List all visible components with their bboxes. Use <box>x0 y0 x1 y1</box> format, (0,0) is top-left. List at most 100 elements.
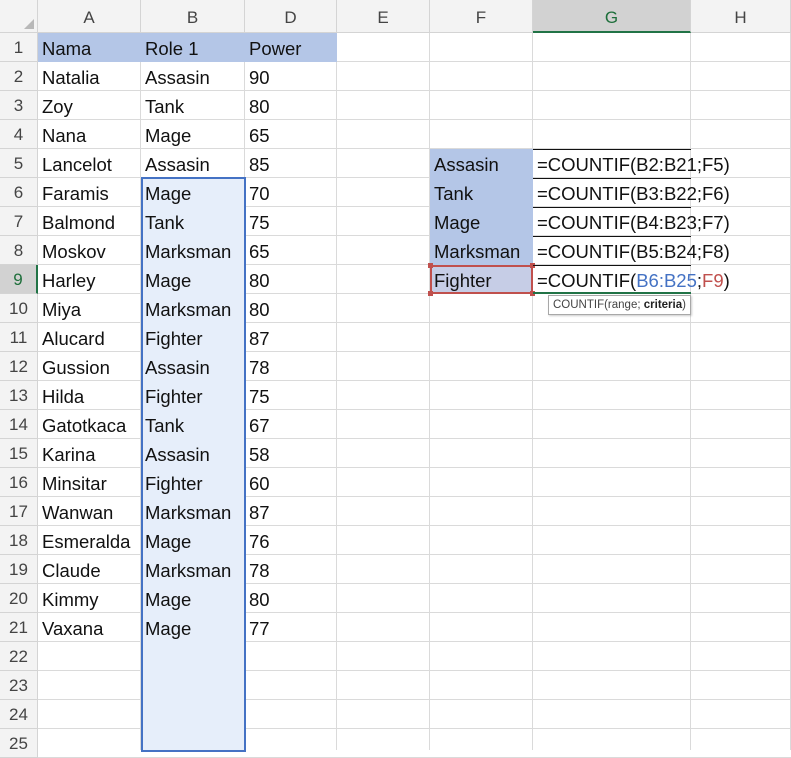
cell-role[interactable]: Marksman <box>141 497 245 526</box>
cell-name[interactable]: Wanwan <box>38 497 141 526</box>
row-header-15[interactable]: 15 <box>0 439 38 468</box>
cell-role[interactable]: Mage <box>141 526 245 555</box>
cell-power[interactable]: 65 <box>245 236 337 265</box>
row-header-19[interactable]: 19 <box>0 555 38 584</box>
row-header-21[interactable]: 21 <box>0 613 38 642</box>
cell-power[interactable]: 70 <box>245 178 337 207</box>
cell-name[interactable]: Gussion <box>38 352 141 381</box>
cell-name[interactable]: Moskov <box>38 236 141 265</box>
cell-role[interactable]: Assasin <box>141 439 245 468</box>
cell-role[interactable]: Mage <box>141 178 245 207</box>
cell-power[interactable]: 80 <box>245 584 337 613</box>
cell-name[interactable]: Zoy <box>38 91 141 120</box>
row-header-5[interactable]: 5 <box>0 149 38 178</box>
header-role[interactable]: Role 1 <box>141 33 245 62</box>
cell-role[interactable]: Fighter <box>141 468 245 497</box>
row-header-1[interactable]: 1 <box>0 33 38 62</box>
cell-name[interactable]: Claude <box>38 555 141 584</box>
cell-power[interactable]: 67 <box>245 410 337 439</box>
cell-power[interactable]: 77 <box>245 613 337 642</box>
cell-power[interactable]: 76 <box>245 526 337 555</box>
row-header-9[interactable]: 9 <box>0 265 38 294</box>
row-header-24[interactable]: 24 <box>0 700 38 729</box>
cell-name[interactable]: Esmeralda <box>38 526 141 555</box>
row-header-8[interactable]: 8 <box>0 236 38 265</box>
cell-role[interactable]: Tank <box>141 207 245 236</box>
criteria-cell-fighter[interactable]: Fighter <box>430 265 533 294</box>
tooltip-function[interactable]: COUNTIF(range; <box>553 299 644 311</box>
row-header-7[interactable]: 7 <box>0 207 38 236</box>
cell-name[interactable]: Balmond <box>38 207 141 236</box>
header-power[interactable]: Power <box>245 33 337 62</box>
row-header-2[interactable]: 2 <box>0 62 38 91</box>
cell-name[interactable]: Harley <box>38 265 141 294</box>
cell-power[interactable]: 78 <box>245 352 337 381</box>
row-header-4[interactable]: 4 <box>0 120 38 149</box>
column-header-a[interactable]: A <box>38 0 141 33</box>
cell-name[interactable]: Gatotkaca <box>38 410 141 439</box>
column-header-h[interactable]: H <box>691 0 791 33</box>
cell-name[interactable]: Minsitar <box>38 468 141 497</box>
summary-role[interactable]: Assasin <box>430 149 533 178</box>
cell-role[interactable]: Tank <box>141 410 245 439</box>
row-header-12[interactable]: 12 <box>0 352 38 381</box>
cell-role[interactable]: Assasin <box>141 149 245 178</box>
cell-role[interactable]: Tank <box>141 91 245 120</box>
cell-role[interactable]: Assasin <box>141 62 245 91</box>
cell-power[interactable]: 80 <box>245 294 337 323</box>
row-header-6[interactable]: 6 <box>0 178 38 207</box>
summary-role[interactable]: Marksman <box>430 236 533 265</box>
summary-formula[interactable]: =COUNTIF(B5:B24;F8) <box>533 236 730 265</box>
cell-role[interactable]: Fighter <box>141 323 245 352</box>
cell-power[interactable]: 90 <box>245 62 337 91</box>
cell-role[interactable]: Marksman <box>141 555 245 584</box>
row-header-3[interactable]: 3 <box>0 91 38 120</box>
row-header-23[interactable]: 23 <box>0 671 38 700</box>
row-header-17[interactable]: 17 <box>0 497 38 526</box>
cell-power[interactable]: 60 <box>245 468 337 497</box>
column-header-f[interactable]: F <box>430 0 533 33</box>
cell-power[interactable]: 80 <box>245 91 337 120</box>
row-header-10[interactable]: 10 <box>0 294 38 323</box>
cell-name[interactable]: Hilda <box>38 381 141 410</box>
row-header-20[interactable]: 20 <box>0 584 38 613</box>
cell-role[interactable]: Assasin <box>141 352 245 381</box>
column-header-e[interactable]: E <box>337 0 430 33</box>
cell-power[interactable]: 87 <box>245 323 337 352</box>
cell-role[interactable]: Mage <box>141 120 245 149</box>
column-header-g[interactable]: G <box>533 0 691 33</box>
cell-power[interactable]: 78 <box>245 555 337 584</box>
row-header-14[interactable]: 14 <box>0 410 38 439</box>
cell-power[interactable]: 58 <box>245 439 337 468</box>
cell-power[interactable]: 75 <box>245 381 337 410</box>
cell-name[interactable]: Faramis <box>38 178 141 207</box>
cell-role[interactable]: Marksman <box>141 236 245 265</box>
summary-role[interactable]: Tank <box>430 178 533 207</box>
cell-power[interactable]: 65 <box>245 120 337 149</box>
row-header-13[interactable]: 13 <box>0 381 38 410</box>
cell-role[interactable]: Mage <box>141 613 245 642</box>
row-header-18[interactable]: 18 <box>0 526 38 555</box>
cell-name[interactable]: Nana <box>38 120 141 149</box>
cell-role[interactable]: Marksman <box>141 294 245 323</box>
summary-role[interactable]: Mage <box>430 207 533 236</box>
formula-being-edited[interactable]: =COUNTIF(B6:B25;F9) <box>533 265 730 294</box>
header-nama[interactable]: Nama <box>38 33 141 62</box>
row-header-25[interactable]: 25 <box>0 729 38 758</box>
column-header-d[interactable]: D <box>245 0 337 33</box>
cell-name[interactable]: Kimmy <box>38 584 141 613</box>
cell-role[interactable]: Mage <box>141 265 245 294</box>
cell-name[interactable]: Vaxana <box>38 613 141 642</box>
cell-name[interactable]: Alucard <box>38 323 141 352</box>
cell-power[interactable]: 80 <box>245 265 337 294</box>
cell-name[interactable]: Karina <box>38 439 141 468</box>
cell-power[interactable]: 75 <box>245 207 337 236</box>
column-header-b[interactable]: B <box>141 0 245 33</box>
cell-name[interactable]: Miya <box>38 294 141 323</box>
cell-role[interactable]: Mage <box>141 584 245 613</box>
row-header-16[interactable]: 16 <box>0 468 38 497</box>
select-all-corner[interactable] <box>0 0 38 33</box>
cell-role[interactable]: Fighter <box>141 381 245 410</box>
summary-formula[interactable]: =COUNTIF(B2:B21;F5) <box>533 149 730 178</box>
cell-power[interactable]: 85 <box>245 149 337 178</box>
